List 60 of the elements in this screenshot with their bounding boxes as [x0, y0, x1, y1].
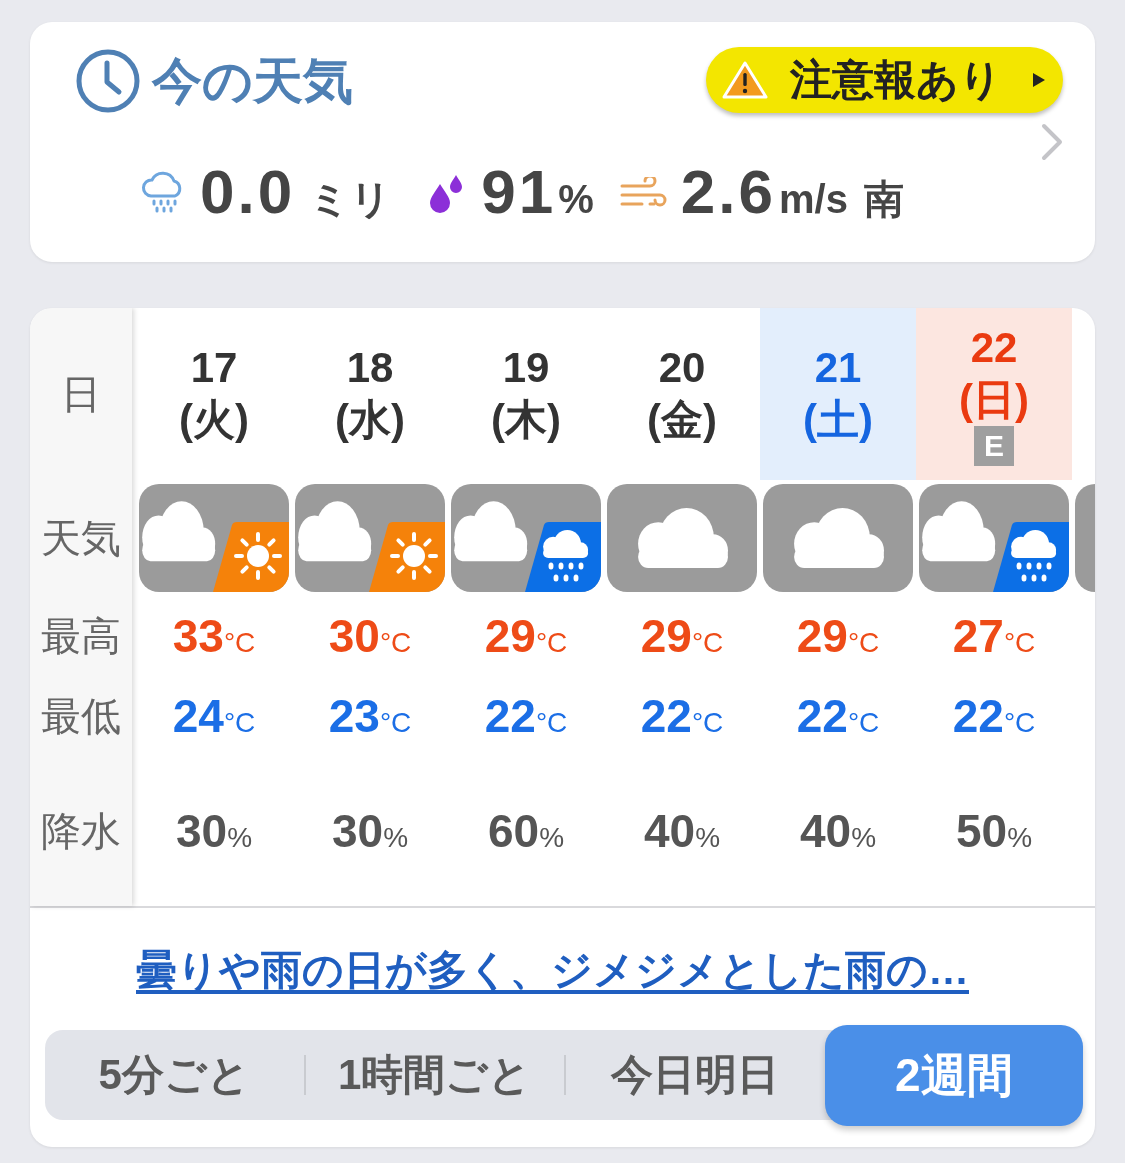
row-label: 日 — [61, 374, 101, 414]
low-temperature: 22°C — [952, 693, 1036, 739]
date-number: 17 — [190, 343, 238, 393]
date-number: 21 — [814, 343, 862, 393]
alert-button[interactable]: 注意報あり — [706, 47, 1063, 113]
wind-direction: 南 — [863, 179, 904, 219]
cloud-rain-icon — [451, 484, 601, 592]
low-temperature: 22°C — [484, 693, 568, 739]
weekday-label: (火) — [179, 395, 249, 445]
high-temperature: 29°C — [640, 613, 724, 659]
weekday-label: (木) — [491, 395, 561, 445]
row-label: 降水 — [41, 811, 121, 851]
humidity-value: 91 — [481, 161, 557, 223]
caret-right-icon — [1033, 73, 1045, 87]
low-temperature: 22°C — [640, 693, 724, 739]
high-temperature: 29°C — [796, 613, 880, 659]
cloud-rain-icon — [919, 484, 1069, 592]
wind-speed-unit: m/s — [778, 179, 848, 219]
precipitation-chance: 60% — [487, 808, 565, 854]
humidity-unit: % — [558, 179, 594, 219]
low-temperature: 24°C — [172, 693, 256, 739]
high-temperature: 33°C — [172, 613, 256, 659]
wind-speed-value: 2.6 — [680, 161, 776, 223]
date-number: 18 — [346, 343, 394, 393]
row-label: 最高 — [41, 616, 121, 656]
cloud-sun-icon — [295, 484, 445, 592]
precipitation-chance: 40% — [643, 808, 721, 854]
rainfall-unit: ミリ — [309, 179, 392, 219]
weekday-label: (水) — [335, 395, 405, 445]
weekday-label: (日) — [959, 375, 1029, 425]
chevron-right-icon[interactable] — [1039, 122, 1065, 162]
precipitation-chance: 30% — [175, 808, 253, 854]
weekday-label: (金) — [647, 395, 717, 445]
row-label: 最低 — [41, 696, 121, 736]
period-tab[interactable]: 2週間 — [824, 1024, 1083, 1126]
warning-icon — [722, 60, 768, 100]
section-title: 今の天気 — [152, 55, 353, 106]
period-tab[interactable]: 5分ごと — [45, 1030, 304, 1120]
high-temperature: 27°C — [952, 613, 1036, 659]
period-tab[interactable]: 今日明日 — [566, 1030, 825, 1120]
row-label: 天気 — [41, 518, 121, 558]
period-tab[interactable]: 1時間ごと — [305, 1030, 564, 1120]
high-temperature: 29°C — [484, 613, 568, 659]
precipitation-chance: 50% — [955, 808, 1033, 854]
weekday-label: (土) — [803, 395, 873, 445]
cloud-icon — [763, 484, 913, 592]
precipitation-chance: 40% — [799, 808, 877, 854]
clock-icon — [76, 48, 140, 113]
letter-badge: E — [974, 426, 1014, 466]
forecast-summary-link[interactable]: 曇りや雨の日が多く、ジメジメとした雨の… — [136, 947, 969, 993]
precipitation-chance: 30% — [331, 808, 409, 854]
date-number: 22 — [970, 323, 1018, 373]
cloud-icon — [607, 484, 757, 592]
rainfall-value: 0.0 — [200, 161, 296, 223]
date-number: 20 — [658, 343, 706, 393]
high-temperature: 30°C — [328, 613, 412, 659]
low-temperature: 22°C — [796, 693, 880, 739]
low-temperature: 23°C — [328, 693, 412, 739]
date-number: 19 — [502, 343, 550, 393]
cloud-sun-icon — [139, 484, 289, 592]
